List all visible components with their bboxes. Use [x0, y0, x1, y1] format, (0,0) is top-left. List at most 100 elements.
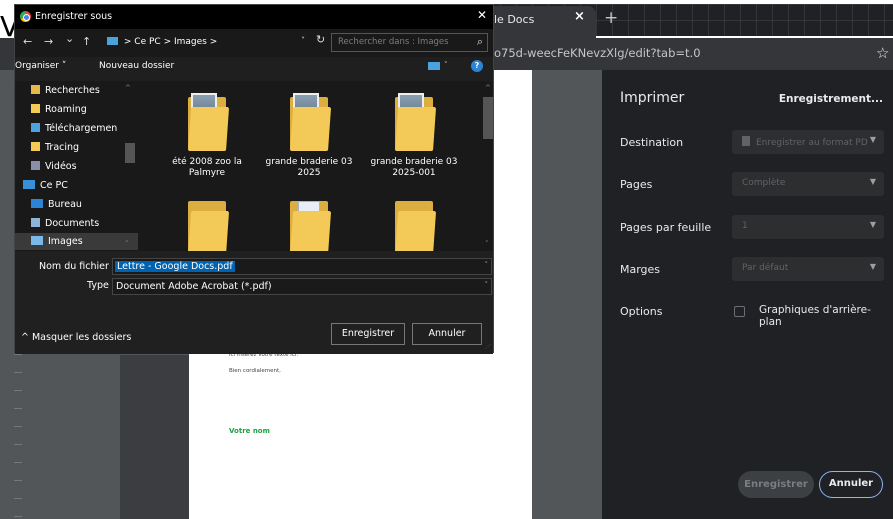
- folder-name: été 2008 zoo la Palmyre: [172, 157, 242, 178]
- video-icon: [31, 161, 40, 170]
- images-icon: [31, 236, 43, 245]
- nav-item-videos[interactable]: Vidéos: [31, 161, 77, 172]
- folder-item[interactable]: [261, 197, 357, 255]
- scroll-down-icon[interactable]: ˅: [485, 240, 489, 248]
- files-scrollbar-thumb[interactable]: [483, 97, 493, 139]
- nav-item-tracing[interactable]: Tracing: [31, 142, 79, 153]
- breadcrumb-item-images[interactable]: Images: [174, 37, 207, 47]
- cancel-button[interactable]: Annuler: [412, 323, 482, 345]
- search-icon: ⌕: [476, 35, 483, 48]
- tab-close-icon[interactable]: ×: [574, 9, 585, 24]
- breadcrumb-separator: >: [123, 37, 132, 47]
- margins-label: Marges: [620, 263, 661, 276]
- chevron-down-icon[interactable]: ˅: [444, 61, 448, 69]
- print-cancel-button[interactable]: Annuler: [819, 471, 883, 498]
- back-arrow-icon[interactable]: ←: [23, 35, 32, 48]
- margins-value: Par défaut: [742, 263, 789, 273]
- nav-item-label: Images: [48, 236, 83, 247]
- refresh-icon[interactable]: ↻: [316, 33, 325, 46]
- type-value: Document Adobe Acrobat (*.pdf): [116, 281, 272, 292]
- pages-per-sheet-select[interactable]: 1 ▼: [732, 215, 884, 239]
- nav-item-telechargements[interactable]: Téléchargemen: [31, 123, 117, 134]
- breadcrumb-item-ce-pc[interactable]: Ce PC: [134, 37, 160, 47]
- nav-item-label: Documents: [45, 218, 100, 229]
- scroll-down-icon[interactable]: ˅: [125, 240, 129, 248]
- nav-item-recherches[interactable]: Recherches: [31, 85, 100, 96]
- organize-button[interactable]: Organiser ˅: [15, 61, 66, 71]
- chevron-down-icon[interactable]: ˅: [301, 36, 305, 45]
- folder-item[interactable]: grande braderie 03 2025-001: [366, 93, 462, 179]
- type-select[interactable]: Document Adobe Acrobat (*.pdf) ˅: [112, 278, 492, 295]
- help-icon[interactable]: ?: [471, 60, 483, 72]
- file-icon: [742, 136, 750, 146]
- destination-label: Destination: [620, 136, 684, 149]
- folder-icon: [395, 93, 437, 151]
- folder-icon: [31, 85, 40, 94]
- dialog-close-icon[interactable]: ✕: [477, 8, 487, 22]
- nav-item-label: Recherches: [45, 85, 100, 96]
- nav-item-label: Ce PC: [40, 180, 68, 191]
- pages-value: Complète: [742, 178, 786, 188]
- nav-scrollbar-thumb[interactable]: [125, 143, 135, 163]
- url-text[interactable]: o75d-weecFeKNevzXlg/edit?tab=t.0: [494, 46, 701, 60]
- breadcrumb[interactable]: > Ce PC > Images >: [105, 34, 320, 52]
- search-input[interactable]: Rechercher dans : Images ⌕: [331, 33, 488, 52]
- desktop-icon: [31, 199, 43, 208]
- dialog-toolbar: [15, 57, 493, 81]
- images-folder-icon: [107, 37, 118, 45]
- nav-item-label: Téléchargemen: [45, 123, 118, 134]
- margins-select[interactable]: Par défaut ▼: [732, 257, 884, 281]
- nav-item-documents[interactable]: Documents: [31, 218, 99, 229]
- nav-item-label: Roaming: [45, 104, 87, 115]
- new-folder-button[interactable]: Nouveau dossier: [99, 61, 174, 71]
- filename-value[interactable]: Lettre - Google Docs.pdf: [115, 261, 235, 272]
- document-icon: [31, 218, 40, 227]
- save-as-dialog: Enregistrer sous ✕ ← → ⌄ ↑ > Ce PC > Ima…: [14, 4, 494, 354]
- bookmark-star-icon[interactable]: ☆: [876, 44, 889, 62]
- type-label: Type :: [87, 280, 116, 291]
- nav-item-roaming[interactable]: Roaming: [31, 104, 87, 115]
- resize-grip-icon[interactable]: ⋰: [485, 343, 491, 350]
- background-graphics-checkbox[interactable]: [734, 306, 745, 317]
- dialog-title: Enregistrer sous: [35, 11, 113, 22]
- folder-item[interactable]: [366, 197, 462, 255]
- preview-margin: [120, 355, 190, 519]
- nav-item-images[interactable]: Images: [31, 236, 83, 247]
- up-arrow-icon[interactable]: ↑: [82, 35, 91, 48]
- destination-value: Enregistrer au format PD: [756, 138, 868, 148]
- print-save-button[interactable]: Enregistrer: [738, 471, 814, 498]
- chevron-down-icon[interactable]: ˅: [485, 261, 489, 269]
- breadcrumb-separator: >: [163, 37, 172, 47]
- download-icon: [31, 123, 40, 132]
- forward-arrow-icon[interactable]: →: [44, 35, 53, 48]
- view-options-icon[interactable]: [428, 62, 440, 70]
- folder-icon: [290, 93, 332, 151]
- new-tab-button[interactable]: +: [604, 8, 618, 28]
- hide-folders-button[interactable]: ^ Masquer les dossiers: [21, 332, 131, 343]
- chevron-down-icon: ▼: [869, 262, 876, 271]
- scroll-up-icon[interactable]: ^: [485, 84, 491, 92]
- pages-per-sheet-value: 1: [742, 221, 748, 231]
- filename-label: Nom du fichier :: [39, 261, 116, 272]
- nav-item-ce-pc[interactable]: Ce PC: [23, 180, 68, 191]
- tab-title: le Docs: [494, 13, 535, 26]
- background-graphics-label[interactable]: Graphiques d'arrière-plan: [759, 304, 893, 328]
- pages-select[interactable]: Complète ▼: [732, 172, 884, 196]
- filename-input[interactable]: Lettre - Google Docs.pdf ˅: [112, 258, 492, 275]
- chrome-icon: [20, 11, 31, 22]
- folder-item[interactable]: grande braderie 03 2025: [261, 93, 357, 179]
- save-button[interactable]: Enregistrer: [331, 323, 405, 345]
- folder-icon: [290, 197, 332, 255]
- recent-locations-icon[interactable]: ⌄: [65, 32, 74, 45]
- destination-select[interactable]: Enregistrer au format PD ▼: [732, 130, 884, 154]
- nav-item-label: Vidéos: [45, 161, 77, 172]
- nav-item-bureau[interactable]: Bureau: [31, 199, 82, 210]
- folder-icon: [188, 197, 230, 255]
- folder-item[interactable]: été 2008 zoo la Palmyre: [159, 93, 255, 179]
- search-placeholder: Rechercher dans : Images: [338, 37, 449, 47]
- scroll-up-icon[interactable]: ^: [125, 84, 131, 92]
- pages-per-sheet-label: Pages par feuille: [620, 221, 712, 234]
- page-text-line: Bien cordialement,: [229, 368, 281, 374]
- breadcrumb-separator: >: [209, 37, 218, 47]
- folder-item[interactable]: [159, 197, 255, 255]
